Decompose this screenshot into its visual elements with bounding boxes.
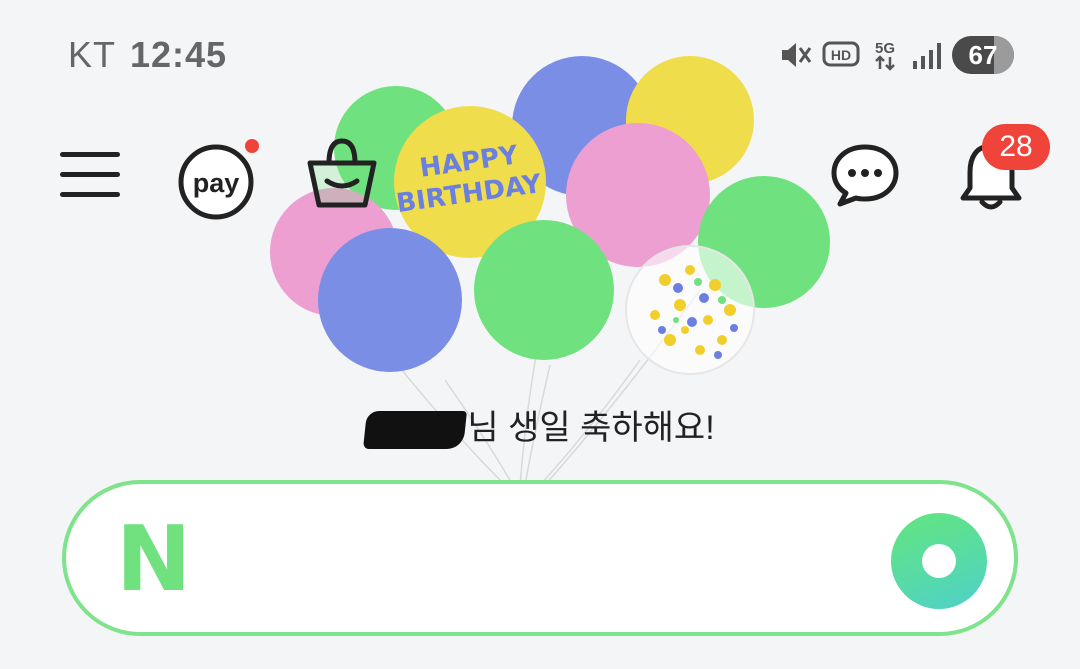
balloon xyxy=(318,228,462,372)
shopping-bag-icon[interactable] xyxy=(305,135,379,211)
battery-icon: 67 xyxy=(952,36,1014,74)
greeting-text: 님 생일 축하해요! xyxy=(467,409,715,447)
hamburger-menu-icon[interactable] xyxy=(58,144,122,204)
green-dot-icon[interactable] xyxy=(891,513,987,609)
green-dot-center xyxy=(922,544,956,578)
chat-bubble-icon[interactable] xyxy=(830,142,900,208)
search-input[interactable] xyxy=(230,520,874,602)
pay-button[interactable]: pay xyxy=(176,138,260,222)
redacted-username xyxy=(363,411,468,450)
confetti-balloon xyxy=(625,245,755,375)
5g-icon: 5G xyxy=(875,40,895,71)
clock: 12:45 xyxy=(130,34,228,75)
battery-level: 67 xyxy=(968,39,998,70)
pay-label: pay xyxy=(193,168,240,198)
signal-icon xyxy=(913,43,941,69)
new-dot-indicator xyxy=(245,139,259,153)
naver-logo: N xyxy=(116,507,192,612)
notification-count-badge: 28 xyxy=(982,124,1050,170)
carrier-name: KT xyxy=(68,34,117,75)
svg-text:5G: 5G xyxy=(875,40,895,57)
birthday-greeting: 님 생일 축하해요! xyxy=(0,400,1080,450)
balloon xyxy=(474,220,614,360)
